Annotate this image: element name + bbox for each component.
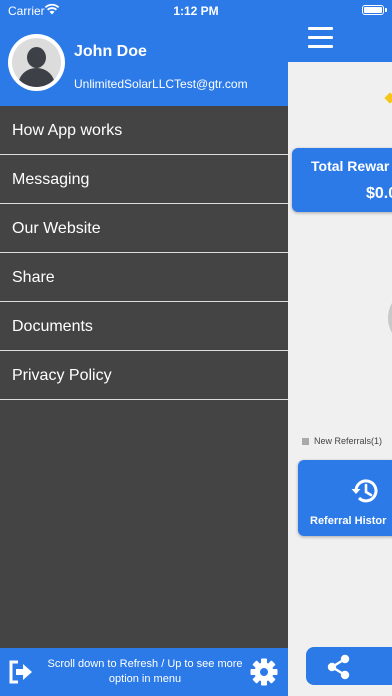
total-rewards-card[interactable]: Total Rewar $0.0 — [292, 148, 392, 212]
menu-item-our-website[interactable]: Our Website — [0, 204, 288, 253]
clock: 1:12 PM — [173, 4, 219, 18]
menu-item-privacy-policy[interactable]: Privacy Policy — [0, 351, 288, 400]
gear-icon[interactable] — [250, 658, 278, 686]
legend-swatch — [302, 438, 309, 446]
star-icon — [384, 92, 392, 104]
logout-icon[interactable] — [8, 660, 34, 684]
footer-hint: Scroll down to Refresh / Up to see more … — [47, 658, 243, 685]
referral-history-button[interactable]: Referral Histor — [298, 460, 392, 536]
menu-item-messaging[interactable]: Messaging — [0, 155, 288, 204]
chart-legend: New Referrals(1) — [302, 436, 382, 446]
total-rewards-amount: $0.0 — [366, 185, 392, 202]
avatar-icon — [12, 38, 61, 87]
navigation-drawer: John Doe UnlimitedSolarLLCTest@gtr.com H… — [0, 0, 288, 696]
battery-icon — [362, 5, 387, 15]
share-button[interactable] — [306, 647, 392, 685]
referrals-pie-chart — [388, 288, 392, 348]
referral-history-label: Referral Histor — [310, 515, 387, 527]
menu-item-how-app-works[interactable]: How App works — [0, 106, 288, 155]
drawer-footer: Scroll down to Refresh / Up to see more … — [0, 648, 288, 696]
history-icon — [351, 479, 378, 503]
menu-icon[interactable] — [308, 27, 333, 49]
main-content: Total Rewar $0.0 New Referrals(1) Referr… — [288, 0, 392, 696]
share-icon — [327, 654, 350, 680]
user-email: UnlimitedSolarLLCTest@gtr.com — [74, 77, 248, 91]
user-name: John Doe — [74, 43, 147, 60]
drawer-menu: How App works Messaging Our Website Shar… — [0, 106, 288, 400]
menu-item-share[interactable]: Share — [0, 253, 288, 302]
menu-item-documents[interactable]: Documents — [0, 302, 288, 351]
avatar[interactable] — [8, 34, 65, 91]
status-bar: Carrier 1:12 PM — [0, 0, 392, 22]
total-rewards-label: Total Rewar — [311, 158, 390, 174]
legend-label: New Referrals(1) — [314, 436, 383, 446]
